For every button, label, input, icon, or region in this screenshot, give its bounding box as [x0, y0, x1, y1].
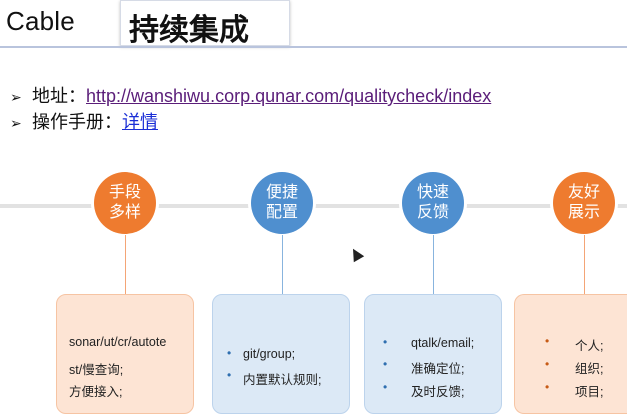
feature-card-diverse-means: sonar/ut/cr/autote st/慢查询; 方便接入; [56, 294, 194, 414]
manual-label: 操作手册： [32, 112, 122, 132]
feature-title-line1: 友好 [567, 184, 600, 201]
card-item: git/group; [243, 347, 296, 361]
card-item: sonar/ut/cr/autote [69, 335, 167, 349]
feature-title-line2: 配置 [265, 204, 298, 221]
feature-title-line2: 展示 [567, 204, 600, 221]
card-item: st/慢查询; [69, 363, 124, 377]
feature-title-line1: 手段 [108, 184, 141, 201]
manual-row: ➢ 操作手册：详情 [10, 108, 158, 134]
bullet-dot-icon: • [227, 368, 232, 382]
bullet-dot-icon: • [545, 357, 550, 371]
manual-details-link[interactable]: 详情 [122, 112, 158, 132]
feature-title-line2: 多样 [108, 204, 141, 221]
header-divider [0, 46, 627, 48]
bullet-dot-icon: • [383, 357, 388, 371]
bullet-dot-icon: • [545, 334, 550, 348]
address-link[interactable]: http://wanshiwu.corp.qunar.com/qualitych… [86, 86, 491, 106]
feature-connector [125, 235, 126, 295]
slide-header: Cable 持续集成 [0, 0, 627, 47]
card-item: 准确定位; [411, 362, 465, 376]
card-item: qtalk/email; [411, 336, 475, 350]
feature-title-line2: 反馈 [416, 204, 449, 221]
page-title: 持续集成 [129, 14, 249, 47]
feature-card-easy-config: • git/group; • 内置默认规则; [212, 294, 350, 414]
address-row: ➢ 地址：http://wanshiwu.corp.qunar.com/quali… [10, 82, 491, 108]
feature-node-easy-config: 便捷 配置 [251, 172, 313, 234]
title-box: 持续集成 [120, 0, 290, 47]
card-item: 组织; [575, 362, 604, 376]
feature-node-friendly-display: 友好 展示 [553, 172, 615, 234]
card-item: 内置默认规则; [243, 373, 322, 387]
address-label: 地址： [32, 86, 86, 106]
feature-connector [433, 235, 434, 295]
mouse-pointer-icon [347, 245, 365, 263]
feature-card-friendly-display: • 个人; • 组织; • 项目; [514, 294, 627, 414]
feature-node-diverse-means: 手段 多样 [94, 172, 156, 234]
feature-title-line1: 快速 [416, 184, 449, 201]
card-item: 方便接入; [69, 385, 123, 399]
bullet-dot-icon: • [227, 346, 232, 360]
feature-node-fast-feedback: 快速 反馈 [402, 172, 464, 234]
feature-card-fast-feedback: • qtalk/email; • 准确定位; • 及时反馈; [364, 294, 502, 414]
bullet-dot-icon: • [383, 335, 388, 349]
card-item: 项目; [575, 385, 604, 399]
brand-label: Cable [6, 6, 75, 36]
feature-title-line1: 便捷 [265, 184, 298, 201]
card-item: 及时反馈; [411, 385, 465, 399]
feature-connector [282, 235, 283, 295]
feature-connector [584, 235, 585, 295]
bullet-dot-icon: • [545, 380, 550, 394]
arrow-bullet-icon: ➢ [10, 115, 22, 131]
bullet-dot-icon: • [383, 380, 388, 394]
arrow-bullet-icon: ➢ [10, 89, 22, 105]
card-item: 个人; [575, 339, 604, 353]
